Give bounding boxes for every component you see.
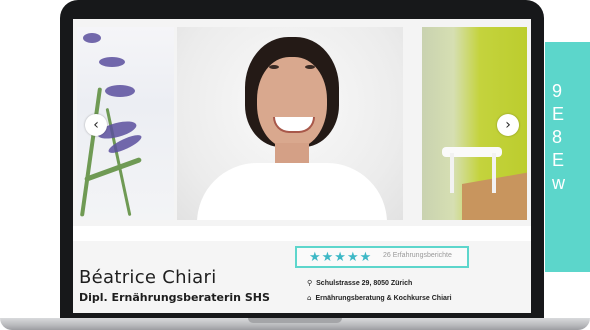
rating-stars: ★★★★★ xyxy=(309,250,373,265)
reviews-link[interactable]: 26 Erfahrungsberichte xyxy=(383,252,452,259)
rating-box[interactable]: ★★★★★ 26 Erfahrungsberichte xyxy=(295,246,469,268)
address-text: Schulstrasse 29, 8050 Zürich xyxy=(316,280,413,287)
profile-name: Béatrice Chiari xyxy=(79,267,217,288)
profile-title: Dipl. Ernährungsberaterin SHS xyxy=(79,291,270,304)
laptop-notch xyxy=(248,318,342,323)
side-text-panel: 9 E 8 E w xyxy=(545,42,590,272)
address-row: ⚲ Schulstrasse 29, 8050 Zürich xyxy=(307,279,412,287)
business-row: ⌂ Ernährungsberatung & Kochkurse Chiari xyxy=(307,294,452,302)
gallery-next-button[interactable]: › xyxy=(497,114,519,136)
gallery-photo-portrait xyxy=(177,27,403,220)
home-icon: ⌂ xyxy=(307,294,312,302)
laptop-screen: ‹ › Béatrice Chiari Dipl. Ernährungsbera… xyxy=(73,19,531,313)
business-text: Ernährungsberatung & Kochkurse Chiari xyxy=(315,295,452,302)
side-panel-text: 9 E 8 E w xyxy=(552,81,565,193)
photo-gallery: ‹ › xyxy=(73,19,531,226)
map-pin-icon: ⚲ xyxy=(307,279,313,287)
profile-info: Béatrice Chiari Dipl. Ernährungsberateri… xyxy=(73,241,531,313)
gallery-prev-button[interactable]: ‹ xyxy=(85,114,107,136)
